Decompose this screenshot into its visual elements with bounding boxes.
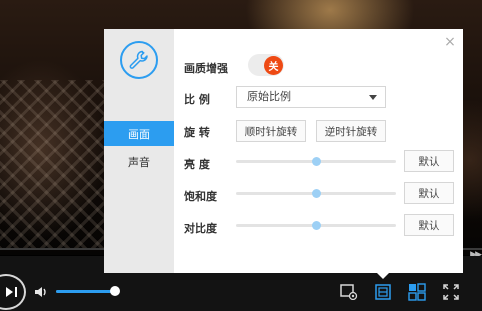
- rotate-clockwise-button[interactable]: 顺时针旋转: [236, 120, 306, 142]
- volume-icon[interactable]: [34, 284, 50, 303]
- panel-sidebar: 画面 声音: [104, 29, 174, 273]
- saturation-knob[interactable]: [311, 189, 321, 198]
- ratio-selected-value: 原始比例: [247, 90, 291, 103]
- video-content: [0, 80, 110, 250]
- enhance-label: 画质增强: [184, 62, 228, 75]
- ratio-select[interactable]: 原始比例: [236, 86, 386, 108]
- volume-slider[interactable]: [56, 290, 116, 293]
- saturation-label: 饱和度: [184, 190, 217, 203]
- panel-pointer: [376, 272, 390, 279]
- rotate-counterclockwise-button[interactable]: 逆时针旋转: [316, 120, 386, 142]
- enhance-toggle-knob[interactable]: 关: [264, 56, 283, 75]
- tab-picture[interactable]: 画面: [104, 121, 174, 146]
- screenshot-icon[interactable]: [340, 283, 358, 301]
- wrench-icon: [120, 41, 158, 79]
- picture-settings-panel: 画面 声音 × 画质增强 关 比 例 原始比例 旋 转 顺时针旋转 逆时针旋转 …: [104, 29, 463, 273]
- volume-fill: [56, 290, 112, 293]
- close-icon[interactable]: ×: [443, 35, 457, 49]
- saturation-default-button[interactable]: 默认: [404, 182, 454, 204]
- contrast-label: 对比度: [184, 222, 217, 235]
- play-pause-icon: [6, 287, 17, 297]
- contrast-knob[interactable]: [311, 221, 321, 230]
- tab-sound[interactable]: 声音: [104, 149, 174, 174]
- brightness-default-button[interactable]: 默认: [404, 150, 454, 172]
- picture-settings-icon[interactable]: [374, 283, 392, 301]
- rotate-label: 旋 转: [184, 126, 210, 139]
- fullscreen-icon[interactable]: [442, 283, 460, 301]
- contrast-default-button[interactable]: 默认: [404, 214, 454, 236]
- layout-icon[interactable]: [408, 283, 426, 301]
- volume-knob[interactable]: [110, 286, 120, 296]
- chevron-down-icon: [369, 95, 377, 100]
- ratio-label: 比 例: [184, 93, 210, 106]
- brightness-knob[interactable]: [311, 157, 321, 166]
- brightness-label: 亮 度: [184, 158, 210, 171]
